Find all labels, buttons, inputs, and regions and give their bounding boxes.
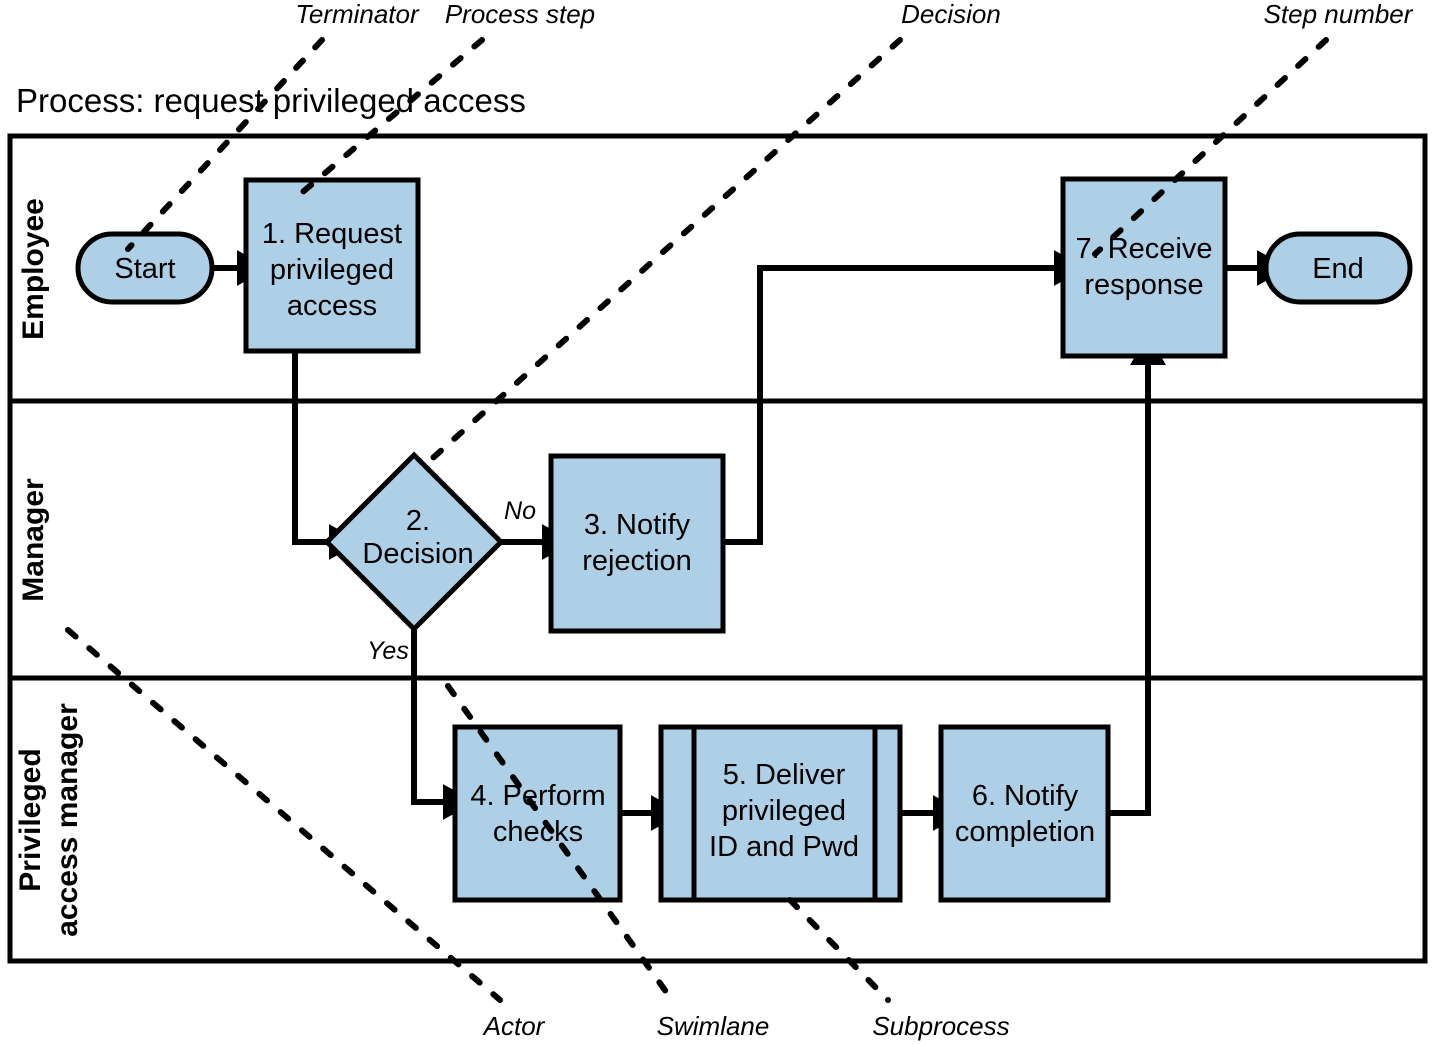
step5-line3: ID and Pwd <box>709 831 859 863</box>
callout-label-subprocess: Subprocess <box>872 1011 1009 1041</box>
lane-label-manager: Manager <box>17 478 50 602</box>
connector-step6-to-step7 <box>1108 332 1166 816</box>
lane-label-manager-text: Manager <box>17 478 50 602</box>
lane-label-pam-line2: access manager <box>51 703 84 937</box>
callout-line-subprocess <box>787 897 891 1003</box>
callout-label-terminator: Terminator <box>295 0 420 29</box>
branch-label-yes: Yes <box>367 637 409 665</box>
node-step5[interactable]: 5. Deliver privileged ID and Pwd <box>658 724 903 903</box>
connector-step2-to-step4 <box>411 630 476 820</box>
node-step1[interactable]: 1. Request privileged access <box>243 177 421 354</box>
lane-label-employee-text: Employee <box>17 198 50 340</box>
diagram-canvas: Process: request privileged access Emplo… <box>0 0 1441 1045</box>
step7-process-shape[interactable] <box>1060 176 1228 359</box>
step6-process-shape[interactable] <box>938 724 1111 903</box>
swimlane-flowchart: Process: request privileged access Emplo… <box>7 0 1428 1041</box>
connector-step1-to-step2 <box>292 351 362 560</box>
step6-line2: completion <box>955 816 1095 848</box>
step3-process-shape[interactable] <box>548 453 726 634</box>
step1-line1: 1. Request <box>262 218 402 250</box>
step3-line1: 3. Notify <box>584 509 691 541</box>
start-label: Start <box>114 253 175 285</box>
step5-line1: 5. Deliver <box>723 759 846 791</box>
step2-line2: Decision <box>362 538 473 570</box>
callout-line-actor <box>65 627 503 1003</box>
lane-label-employee: Employee <box>17 198 50 340</box>
lane-label-privileged-access-manager: Privileged access manager <box>14 703 84 937</box>
page-title: Process: request privileged access <box>16 82 526 119</box>
node-step7[interactable]: 7. Receive response <box>1060 176 1228 359</box>
lane-label-pam-line1: Privileged <box>14 748 47 891</box>
node-end[interactable]: End <box>1263 231 1413 305</box>
callout-label-process-step: Process step <box>445 0 595 29</box>
callout-label-step-number: Step number <box>1264 0 1414 29</box>
callout-label-swimlane: Swimlane <box>657 1011 770 1041</box>
connector-step3-to-step7 <box>723 250 1087 545</box>
step4-line1: 4. Perform <box>470 780 605 812</box>
node-step3[interactable]: 3. Notify rejection <box>548 453 726 634</box>
step4-process-shape[interactable] <box>452 724 623 903</box>
branch-label-no: No <box>504 497 536 525</box>
node-step4[interactable]: 4. Perform checks <box>452 724 623 903</box>
node-start[interactable]: Start <box>75 231 215 305</box>
step1-line2: privileged <box>270 254 394 286</box>
callout-label-decision: Decision <box>901 0 1001 29</box>
callout-label-actor: Actor <box>482 1011 546 1041</box>
step4-line2: checks <box>493 816 583 848</box>
step7-line2: response <box>1084 269 1203 301</box>
step6-line1: 6. Notify <box>972 780 1079 812</box>
step1-line3: access <box>287 290 377 322</box>
end-label: End <box>1312 253 1364 285</box>
node-step2[interactable]: 2. Decision <box>323 451 505 633</box>
step2-line1: 2. <box>406 505 430 537</box>
step3-line2: rejection <box>582 545 692 577</box>
node-step6[interactable]: 6. Notify completion <box>938 724 1111 903</box>
step5-line2: privileged <box>722 795 846 827</box>
